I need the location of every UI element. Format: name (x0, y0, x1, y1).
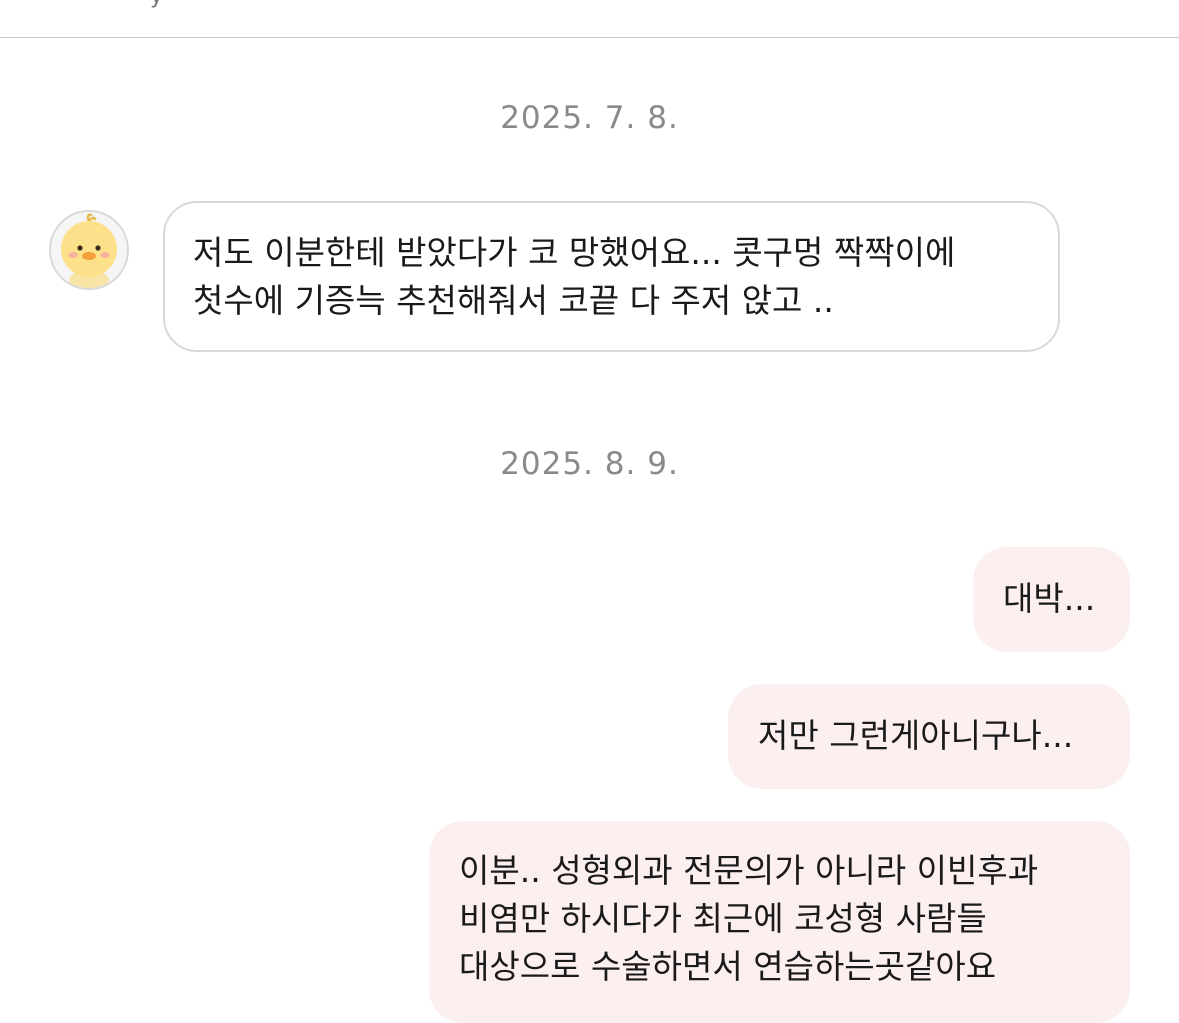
outgoing-message-bubble[interactable]: 저만 그런게아니구나... (728, 684, 1130, 789)
duck-avatar-icon[interactable] (49, 210, 129, 290)
outgoing-message-bubble[interactable]: 대박... (973, 547, 1130, 652)
date-separator: 2025. 8. 9. (500, 446, 679, 482)
date-separator: 2025. 7. 8. (500, 100, 679, 136)
outgoing-message-bubble[interactable]: 이분.. 성형외과 전문의가 아니라 이빈후과 비염만 하시다가 최근에 코성형… (429, 821, 1130, 1023)
incoming-message-bubble[interactable]: 저도 이분한테 받았다가 코 망했어요... 콧구멍 짝짝이에 첫수에 기증늑 … (163, 201, 1060, 352)
header-divider (0, 37, 1179, 38)
duck-avatar-graphic (51, 212, 127, 288)
